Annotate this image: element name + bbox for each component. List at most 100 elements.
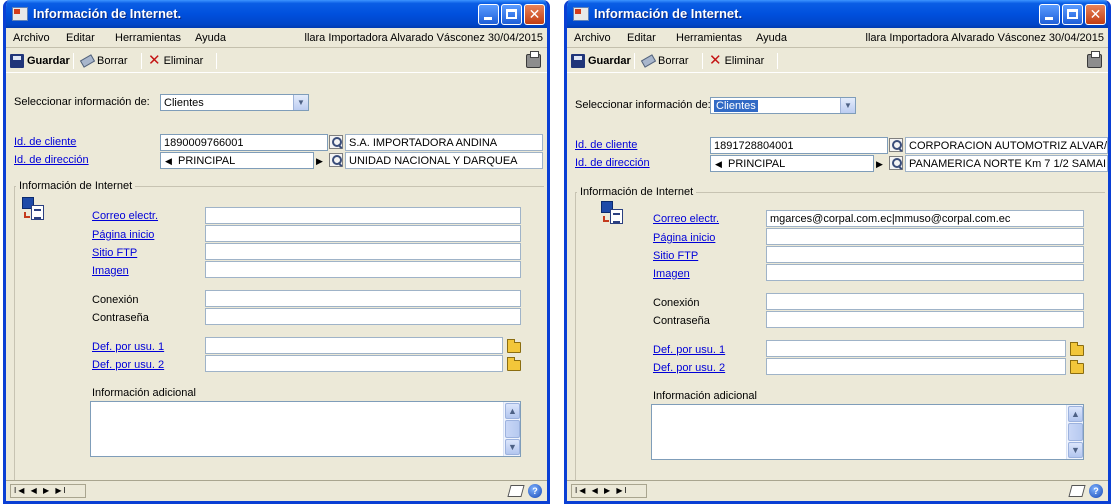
menu-ayuda[interactable]: Ayuda [756,32,787,44]
scroll-thumb[interactable] [505,420,520,438]
image-field[interactable] [205,261,521,278]
folder-icon[interactable] [1070,360,1084,374]
chevron-down-icon[interactable]: ▼ [840,98,855,113]
user-defined-1-link[interactable]: Def. por usu. 1 [653,344,725,356]
lookup-icon[interactable] [329,135,343,149]
user-defined-2-link[interactable]: Def. por usu. 2 [92,359,164,371]
menu-archivo[interactable]: Archivo [574,32,611,44]
user-defined-1-field[interactable] [205,337,503,354]
ftp-site-link[interactable]: Sitio FTP [92,247,137,259]
scroll-down-icon[interactable]: ▼ [505,439,520,455]
home-page-link[interactable]: Página inicio [653,232,715,244]
password-field[interactable] [766,311,1084,328]
folder-icon[interactable] [1070,342,1084,356]
email-field[interactable]: mgarces@corpal.com.ec|mmuso@corpal.com.e… [766,210,1084,227]
minimize-button[interactable] [478,4,499,25]
client-name-value: CORPORACION AUTOMOTRIZ ALVAR/ [909,140,1108,152]
scroll-thumb[interactable] [1068,423,1083,441]
connection-field[interactable] [766,293,1084,310]
ftp-site-field[interactable] [766,246,1084,263]
close-button[interactable]: ✕ [1085,4,1106,25]
password-field[interactable] [205,308,521,325]
menu-herramientas[interactable]: Herramientas [115,32,181,44]
user-defined-2-field[interactable] [766,358,1066,375]
lookup-icon[interactable] [889,156,903,170]
home-page-link[interactable]: Página inicio [92,229,154,241]
help-icon[interactable]: ? [528,484,542,498]
additional-info-textarea[interactable]: ▲ ▼ [90,401,521,457]
menu-archivo[interactable]: Archivo [13,32,50,44]
maximize-icon [506,9,517,19]
address-id-link[interactable]: Id. de dirección [14,154,89,166]
save-button[interactable]: Guardar [10,53,70,69]
next-arrow-icon[interactable]: ▶ [876,157,883,171]
maximize-button[interactable] [1062,4,1083,25]
scroll-up-icon[interactable]: ▲ [505,403,520,419]
note-icon[interactable] [1068,485,1086,497]
home-page-field[interactable] [205,225,521,242]
address-id-link[interactable]: Id. de dirección [575,157,650,169]
user-defined-1-link[interactable]: Def. por usu. 1 [92,341,164,353]
scroll-up-icon[interactable]: ▲ [1068,406,1083,422]
image-link[interactable]: Imagen [92,265,129,277]
image-link[interactable]: Imagen [653,268,690,280]
email-link[interactable]: Correo electr. [92,210,158,222]
ftp-site-link[interactable]: Sitio FTP [653,250,698,262]
lookup-icon[interactable] [329,153,343,167]
vertical-scrollbar[interactable]: ▲ ▼ [503,402,520,456]
scroll-down-icon[interactable]: ▼ [1068,442,1083,458]
client-id-link[interactable]: Id. de cliente [14,136,76,148]
user-defined-1-field[interactable] [766,340,1066,357]
record-navigator[interactable]: I◀ ◀ ▶ ▶I [10,484,86,498]
email-field[interactable] [205,207,521,224]
window-title: Información de Internet. [33,6,182,21]
address-id-field[interactable]: ◀ PRINCIPAL [160,152,314,169]
group-border [14,186,15,484]
menu-editar[interactable]: Editar [66,32,95,44]
lookup-icon[interactable] [889,138,903,152]
client-id-link[interactable]: Id. de cliente [575,139,637,151]
vertical-scrollbar[interactable]: ▲ ▼ [1066,405,1083,459]
minimize-button[interactable] [1039,4,1060,25]
maximize-button[interactable] [501,4,522,25]
menu-editar[interactable]: Editar [627,32,656,44]
chevron-down-icon[interactable]: ▼ [293,95,308,110]
folder-icon[interactable] [507,339,521,353]
prev-arrow-icon[interactable]: ◀ [165,154,172,168]
printer-icon[interactable] [526,51,541,68]
select-info-dropdown[interactable]: Clientes ▼ [160,94,309,111]
save-label: Guardar [588,55,631,67]
client-id-field[interactable]: 1890009766001 [160,134,328,151]
close-button[interactable]: ✕ [524,4,545,25]
prev-arrow-icon[interactable]: ◀ [715,157,722,171]
note-icon[interactable] [507,485,525,497]
title-bar[interactable]: Información de Internet. ✕ [6,0,547,28]
address-name-field: PANAMERICA NORTE Km 7 1/2 SAMAI [905,155,1108,172]
close-icon: ✕ [528,6,541,22]
connection-field[interactable] [205,290,521,307]
record-navigator[interactable]: I◀ ◀ ▶ ▶I [571,484,647,498]
delete-button[interactable]: ✕ Eliminar [709,53,764,69]
help-icon[interactable]: ? [1089,484,1103,498]
client-id-field[interactable]: 1891728804001 [710,137,888,154]
menu-ayuda[interactable]: Ayuda [195,32,226,44]
printer-icon[interactable] [1087,51,1102,68]
eraser-icon [79,55,94,67]
ftp-site-field[interactable] [205,243,521,260]
title-bar[interactable]: Información de Internet. ✕ [567,0,1108,28]
address-id-field[interactable]: ◀ PRINCIPAL [710,155,874,172]
home-page-field[interactable] [766,228,1084,245]
delete-button[interactable]: ✕ Eliminar [148,53,203,69]
image-field[interactable] [766,264,1084,281]
erase-button[interactable]: Borrar [79,53,128,69]
erase-button[interactable]: Borrar [640,53,689,69]
additional-info-textarea[interactable]: ▲ ▼ [651,404,1084,460]
select-info-dropdown[interactable]: Clientes ▼ [710,97,856,114]
email-link[interactable]: Correo electr. [653,213,719,225]
user-defined-2-link[interactable]: Def. por usu. 2 [653,362,725,374]
user-defined-2-field[interactable] [205,355,503,372]
folder-icon[interactable] [507,357,521,371]
next-arrow-icon[interactable]: ▶ [316,154,323,168]
save-button[interactable]: Guardar [571,53,631,69]
menu-herramientas[interactable]: Herramientas [676,32,742,44]
